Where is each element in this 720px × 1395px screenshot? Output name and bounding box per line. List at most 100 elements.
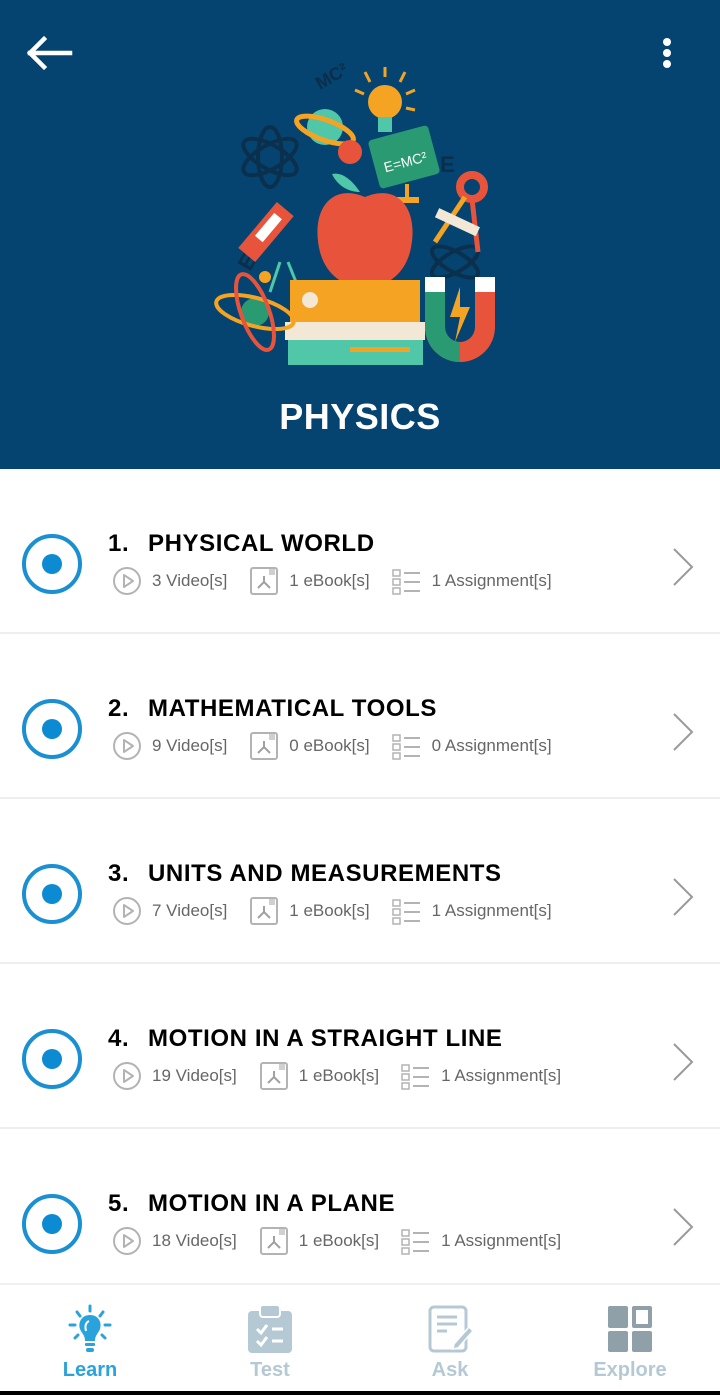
tab-ask-label: Ask xyxy=(431,1359,469,1381)
video-count-label: 18 Video[s] xyxy=(152,1231,237,1250)
chapter-title: 2. MATHEMATICAL TOOLS xyxy=(108,695,437,723)
svg-text:E: E xyxy=(440,152,455,177)
chapter-radio-icon xyxy=(22,1194,82,1254)
chapter-number: 3. xyxy=(108,860,130,887)
pdf-document-icon xyxy=(250,732,279,760)
physics-illustration: E= E MC² E=MC² xyxy=(214,62,495,365)
assignment-count-label: 0 Assignment[s] xyxy=(431,736,552,755)
document-pencil-icon xyxy=(428,1305,475,1353)
chapter-meta: 7 Video[s] 1 eBook[s] 1 Assignment[s] xyxy=(112,894,574,928)
play-circle-icon xyxy=(113,1062,141,1090)
checklist-icon xyxy=(401,1064,430,1090)
grid-icon xyxy=(608,1306,652,1352)
ebook-count: 1 eBook[s] xyxy=(259,1061,379,1091)
system-bar-edge xyxy=(0,1391,720,1395)
chapter-meta: 18 Video[s] 1 eBook[s] 1 Assignment[s] xyxy=(112,1224,583,1258)
chapter-radio-icon xyxy=(22,1029,82,1089)
assignment-count-label: 1 Assignment[s] xyxy=(431,571,552,590)
chapter-list: 1. PHYSICAL WORLD 3 Video[s] 1 eBook[s] xyxy=(0,469,720,1294)
assignment-count-label: 1 Assignment[s] xyxy=(441,1066,562,1085)
assignment-count-label: 1 Assignment[s] xyxy=(441,1231,562,1250)
chapter-item[interactable]: 2. MATHEMATICAL TOOLS 9 Video[s] 0 eBook[… xyxy=(0,634,720,799)
chapter-number: 2. xyxy=(108,695,130,722)
more-options-button[interactable] xyxy=(650,30,684,76)
checklist-icon xyxy=(391,734,420,760)
ebook-count: 1 eBook[s] xyxy=(259,1226,379,1256)
chapter-name: MOTION IN A STRAIGHT LINE xyxy=(148,1025,503,1052)
checklist-icon xyxy=(401,1229,430,1255)
video-count: 18 Video[s] xyxy=(112,1226,237,1256)
play-circle-icon xyxy=(113,567,141,595)
video-count: 3 Video[s] xyxy=(112,566,227,596)
more-vertical-icon xyxy=(663,38,671,68)
subject-title: PHYSICS xyxy=(279,396,441,437)
ebook-count-label: 1 eBook[s] xyxy=(298,1066,380,1085)
chapter-item[interactable]: 5. MOTION IN A PLANE 18 Video[s] 1 eBook[… xyxy=(0,1129,720,1294)
assignment-count-label: 1 Assignment[s] xyxy=(431,901,552,920)
video-count-label: 19 Video[s] xyxy=(152,1066,237,1085)
assignment-count: 1 Assignment[s] xyxy=(391,896,552,926)
chapter-meta: 9 Video[s] 0 eBook[s] 0 Assignment[s] xyxy=(112,729,574,763)
tab-test[interactable]: Test xyxy=(180,1285,360,1395)
ebook-count: 1 eBook[s] xyxy=(249,566,370,596)
arrow-left-icon xyxy=(26,35,73,71)
chevron-right-icon xyxy=(673,713,694,751)
checklist-icon xyxy=(391,569,420,595)
chapter-item[interactable]: 1. PHYSICAL WORLD 3 Video[s] 1 eBook[s] xyxy=(0,469,720,634)
ebook-count: 0 eBook[s] xyxy=(249,731,370,761)
chapter-title: 5. MOTION IN A PLANE xyxy=(108,1190,395,1218)
svg-text:MC²: MC² xyxy=(312,62,351,93)
chapter-meta: 3 Video[s] 1 eBook[s] 1 Assignment[s] xyxy=(112,564,574,598)
ebook-count-label: 1 eBook[s] xyxy=(289,571,370,590)
chapter-number: 4. xyxy=(108,1025,130,1052)
chapter-name: MATHEMATICAL TOOLS xyxy=(148,695,438,722)
chapter-radio-icon xyxy=(22,534,82,594)
tab-learn-label: Learn xyxy=(62,1359,118,1381)
chapter-title: 1. PHYSICAL WORLD xyxy=(108,530,375,558)
video-count-label: 9 Video[s] xyxy=(152,736,228,755)
video-count: 7 Video[s] xyxy=(112,896,227,926)
tab-explore[interactable]: Explore xyxy=(540,1285,720,1395)
ebook-count-label: 1 eBook[s] xyxy=(298,1231,380,1250)
assignment-count: 1 Assignment[s] xyxy=(401,1226,561,1256)
pdf-document-icon xyxy=(250,567,279,595)
bottom-navigation: Learn Test Ask Explore xyxy=(0,1283,720,1395)
chapter-radio-icon xyxy=(22,864,82,924)
ebook-count-label: 0 eBook[s] xyxy=(289,736,370,755)
chapter-number: 5. xyxy=(108,1190,130,1217)
chevron-right-icon xyxy=(673,878,694,916)
tab-explore-label: Explore xyxy=(593,1359,667,1381)
play-circle-icon xyxy=(113,732,141,760)
assignment-count: 0 Assignment[s] xyxy=(391,731,552,761)
chapter-item[interactable]: 3. UNITS AND MEASUREMENTS 7 Video[s] 1 eB… xyxy=(0,799,720,964)
video-count-label: 3 Video[s] xyxy=(152,571,228,590)
chevron-right-icon xyxy=(673,1208,694,1246)
chapter-item[interactable]: 4. MOTION IN A STRAIGHT LINE 19 Video[s] … xyxy=(0,964,720,1129)
chevron-right-icon xyxy=(673,548,694,586)
clipboard-checklist-icon xyxy=(248,1304,292,1353)
assignment-count: 1 Assignment[s] xyxy=(401,1061,561,1091)
video-count: 19 Video[s] xyxy=(112,1061,237,1091)
chapter-title: 4. MOTION IN A STRAIGHT LINE xyxy=(108,1025,503,1053)
tab-test-label: Test xyxy=(250,1359,290,1381)
tab-ask[interactable]: Ask xyxy=(360,1285,540,1395)
play-circle-icon xyxy=(113,1227,141,1255)
lightbulb-icon xyxy=(68,1304,112,1352)
video-count: 9 Video[s] xyxy=(112,731,227,761)
chapter-title: 3. UNITS AND MEASUREMENTS xyxy=(108,860,502,888)
checklist-icon xyxy=(391,899,420,925)
play-circle-icon xyxy=(113,897,141,925)
pdf-document-icon xyxy=(259,1227,288,1255)
back-button[interactable] xyxy=(22,30,78,76)
pdf-document-icon xyxy=(259,1062,288,1090)
ebook-count-label: 1 eBook[s] xyxy=(289,901,370,920)
chapter-name: MOTION IN A PLANE xyxy=(148,1190,396,1217)
assignment-count: 1 Assignment[s] xyxy=(391,566,552,596)
chapter-name: PHYSICAL WORLD xyxy=(148,530,375,557)
video-count-label: 7 Video[s] xyxy=(152,901,228,920)
chapter-name: UNITS AND MEASUREMENTS xyxy=(148,860,502,887)
subject-header: E= E MC² E=MC² xyxy=(0,0,720,469)
tab-learn[interactable]: Learn xyxy=(0,1285,180,1395)
pdf-document-icon xyxy=(250,897,279,925)
chapter-meta: 19 Video[s] 1 eBook[s] 1 Assignment[s] xyxy=(112,1059,583,1093)
